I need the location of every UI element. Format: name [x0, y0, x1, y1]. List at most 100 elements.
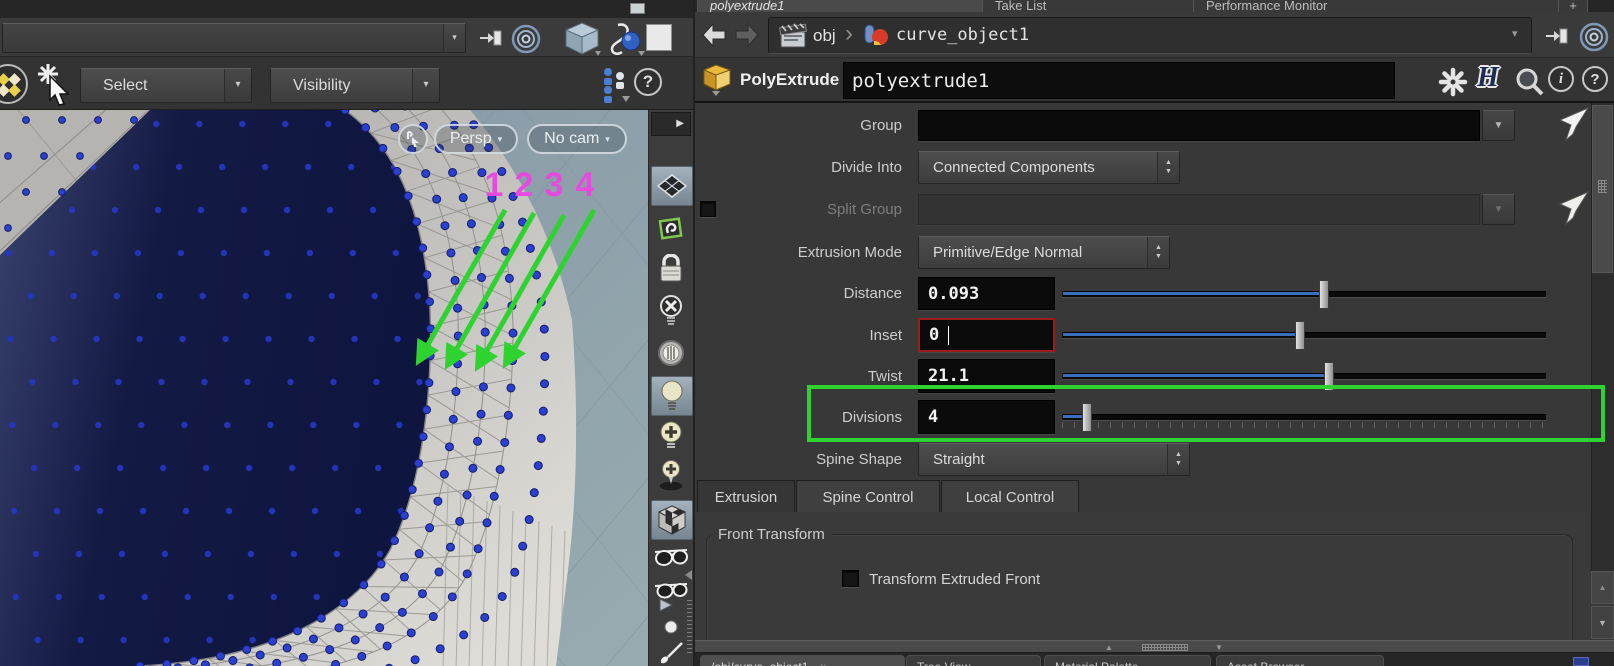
- help-icon[interactable]: ?: [634, 68, 662, 96]
- close-icon[interactable]: ×: [820, 660, 827, 666]
- tab-tree-view[interactable]: Tree View: [906, 655, 1041, 666]
- slider-handle[interactable]: [1295, 321, 1306, 350]
- select-mode-dropdown[interactable]: Select ▾: [80, 68, 252, 103]
- breadcrumb-node[interactable]: curve_object1: [896, 25, 1029, 45]
- divisions-input[interactable]: 4: [918, 400, 1055, 434]
- new-tab-button[interactable]: +: [1558, 0, 1588, 12]
- select-tool-icon[interactable]: [34, 62, 74, 106]
- transform-extruded-front-checkbox[interactable]: [842, 570, 859, 587]
- cube-geometry-icon[interactable]: [562, 21, 602, 57]
- pane-divider-grip[interactable]: [687, 600, 692, 656]
- distance-slider[interactable]: [1062, 277, 1546, 310]
- padlock-icon: [660, 254, 682, 282]
- flipbook-button[interactable]: [651, 578, 691, 616]
- slider-handle[interactable]: [1324, 362, 1335, 391]
- param-label-extrusion-mode: Extrusion Mode: [797, 244, 902, 261]
- twist-slider[interactable]: [1062, 359, 1546, 392]
- tab-network-path[interactable]: /obj/curve_object1 ×: [700, 655, 905, 666]
- lock-button[interactable]: [651, 250, 691, 288]
- tab-take-list[interactable]: Take List ×: [982, 0, 1214, 12]
- slider-handle[interactable]: [1082, 403, 1093, 432]
- tab-asset-browser[interactable]: Asset Browser: [1216, 655, 1384, 666]
- inset-slider[interactable]: [1062, 318, 1546, 351]
- tab-performance-monitor[interactable]: Performance Monitor ×: [1193, 0, 1579, 12]
- group-select-arrow-button[interactable]: [1556, 106, 1592, 144]
- add-light-button[interactable]: [651, 418, 691, 456]
- headlight-button[interactable]: [651, 334, 691, 372]
- path-dropdown-icon[interactable]: ▾: [1512, 27, 1518, 40]
- group-input[interactable]: [918, 110, 1480, 141]
- expand-bar-button[interactable]: ▶: [651, 112, 691, 136]
- node-name-input[interactable]: polyextrude1: [843, 62, 1395, 99]
- viewport-scene: 1 2 3 4: [0, 110, 648, 666]
- target-rings-icon[interactable]: [510, 23, 542, 55]
- brush-button[interactable]: [651, 640, 691, 666]
- splitter-up-icon[interactable]: ▲: [1105, 643, 1113, 652]
- splitter-down-icon[interactable]: ▼: [1215, 643, 1223, 652]
- disable-lighting-button[interactable]: [651, 292, 691, 330]
- param-label-divisions: Divisions: [841, 409, 902, 426]
- tab-spine-control[interactable]: Spine Control: [796, 480, 940, 514]
- pane-collapse-arrow[interactable]: [685, 570, 692, 580]
- split-group-select-arrow-button[interactable]: [1556, 190, 1592, 228]
- search-icon[interactable]: [1514, 66, 1546, 98]
- target-rings-icon[interactable]: [1578, 21, 1610, 53]
- help-icon[interactable]: ?: [1582, 66, 1608, 92]
- viewport-3d[interactable]: 1 2 3 4: [0, 110, 648, 666]
- extrusion-mode-dropdown[interactable]: Primitive/Edge Normal ▲ ▼: [918, 236, 1170, 269]
- tab-local-control[interactable]: Local Control: [941, 480, 1079, 514]
- visibility-dropdown[interactable]: Visibility ▾: [270, 68, 440, 103]
- camera-persp-button[interactable]: Persp ▾: [434, 124, 518, 154]
- light-bulb-icon: [661, 380, 683, 410]
- split-group-dropdown-button[interactable]: ▼: [1482, 194, 1515, 225]
- divide-into-dropdown[interactable]: Connected Components ▲ ▼: [918, 151, 1180, 184]
- slider-handle[interactable]: [1319, 280, 1330, 309]
- node-name-value: polyextrude1: [852, 69, 990, 92]
- tab-extrusion[interactable]: Extrusion: [697, 480, 795, 514]
- camera-select-button[interactable]: No cam ▾: [527, 124, 627, 154]
- polyextrude-node-icon[interactable]: [702, 63, 734, 97]
- normal-lighting-button[interactable]: [651, 376, 693, 416]
- panel-icon[interactable]: [646, 24, 672, 51]
- pin-icon[interactable]: [1544, 24, 1572, 48]
- param-label-twist: Twist: [867, 368, 902, 385]
- gear-icon[interactable]: [1437, 66, 1469, 98]
- tab-material-palette[interactable]: Material Palette: [1044, 655, 1211, 666]
- add-light-ground-button[interactable]: [651, 458, 691, 496]
- splitter-grip[interactable]: [1142, 644, 1188, 651]
- pin-icon[interactable]: [478, 26, 506, 50]
- sphere-icon: [664, 620, 678, 634]
- breadcrumb-root[interactable]: obj: [813, 26, 836, 46]
- persp-label: Persp: [449, 130, 492, 147]
- pane-mini-icon[interactable]: [630, 3, 645, 14]
- forward-arrow-button[interactable]: [733, 22, 761, 48]
- divisions-slider[interactable]: [1062, 400, 1546, 434]
- chevron-down-icon: ▾: [412, 69, 439, 102]
- info-icon[interactable]: i: [1548, 66, 1574, 92]
- spine-shape-dropdown[interactable]: Straight ▲ ▼: [918, 443, 1190, 476]
- scroll-up-button[interactable]: ▲: [1591, 571, 1614, 604]
- headlight-icon: [658, 340, 684, 366]
- construction-plane-button[interactable]: [651, 166, 693, 206]
- tab-polyextrude1[interactable]: polyextrude1 ×: [697, 0, 1003, 12]
- snap-button[interactable]: [651, 210, 691, 248]
- scroll-down-button[interactable]: ▼: [1591, 606, 1614, 639]
- back-arrow-button[interactable]: [700, 22, 728, 48]
- twist-input[interactable]: 21.1: [918, 359, 1055, 393]
- tool-palette-icon[interactable]: [0, 63, 30, 105]
- view-lock-button[interactable]: [398, 124, 428, 154]
- pane-splitter[interactable]: ▲ ▼: [695, 640, 1614, 653]
- houdini-help-logo[interactable]: H: [1477, 62, 1499, 94]
- display-points-button[interactable]: [651, 614, 691, 640]
- group-list-icon[interactable]: [596, 64, 632, 104]
- chevron-down-icon: ▾: [443, 24, 465, 52]
- group-dropdown-button[interactable]: ▼: [1482, 110, 1515, 141]
- lasso-select-icon[interactable]: [604, 21, 646, 57]
- inset-input[interactable]: 0: [918, 318, 1055, 352]
- glasses-icon: [654, 549, 688, 567]
- display-materials-button[interactable]: [651, 500, 693, 540]
- operation-dropdown[interactable]: ▾: [2, 23, 466, 53]
- distance-input[interactable]: 0.093: [918, 277, 1055, 310]
- param-label-group: Group: [860, 117, 902, 134]
- split-group-input[interactable]: [918, 194, 1480, 225]
